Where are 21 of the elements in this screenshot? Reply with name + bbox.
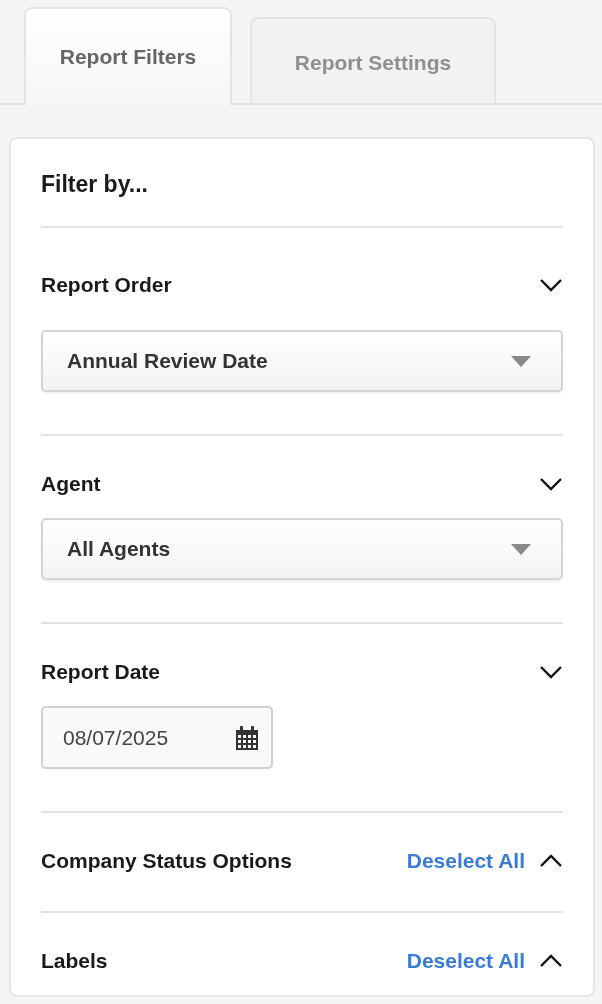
dropdown[interactable]: All Agents <box>41 518 563 580</box>
section-title: Report Date <box>41 660 162 684</box>
panel-heading: Filter by... <box>41 170 149 199</box>
dropdown[interactable]: Annual Review Date <box>41 330 563 392</box>
tab[interactable]: Report Filters <box>24 7 232 105</box>
tab[interactable]: Report Settings <box>250 17 496 103</box>
section-title: Company Status Options <box>41 849 293 873</box>
section-title: Agent <box>41 472 102 496</box>
deselect-all-link[interactable]: Deselect All <box>406 949 525 973</box>
caret-icon <box>511 355 531 367</box>
section-title: Labels <box>41 949 109 973</box>
caret-icon <box>511 543 531 555</box>
date-field[interactable]: 08/07/2025 <box>41 706 273 769</box>
section-title: Report Order <box>41 273 173 297</box>
chevron-down-icon[interactable] <box>539 278 563 292</box>
chevron-down-icon[interactable] <box>539 665 563 679</box>
chevron-up-icon[interactable] <box>539 854 563 868</box>
calendar-icon[interactable] <box>235 725 259 750</box>
chevron-down-icon[interactable] <box>539 477 563 491</box>
chevron-up-icon[interactable] <box>539 954 563 968</box>
deselect-all-link[interactable]: Deselect All <box>406 849 525 873</box>
